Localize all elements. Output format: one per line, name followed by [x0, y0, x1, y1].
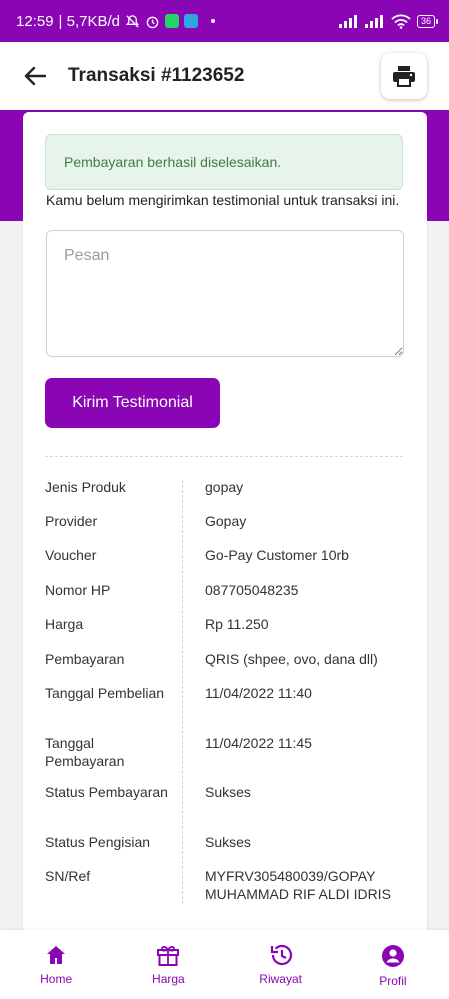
- nav-label: Profil: [379, 974, 407, 988]
- nav-label: Harga: [152, 972, 185, 986]
- detail-value: gopay: [205, 479, 244, 495]
- detail-value: 087705048235: [205, 582, 299, 598]
- detail-value: MYFRV305480039/GOPAY MUHAMMAD RIF ALDI I…: [205, 868, 391, 902]
- detail-label: Tanggal Pembayaran: [45, 735, 125, 769]
- detail-label: Tanggal Pembelian: [45, 685, 165, 701]
- detail-value: Rp 11.250: [205, 616, 269, 632]
- gift-icon: [157, 945, 180, 966]
- send-testimonial-button[interactable]: Kirim Testimonial: [45, 378, 220, 428]
- print-button[interactable]: [381, 53, 427, 99]
- signal-icon-2: [364, 14, 385, 28]
- profile-icon: [381, 945, 404, 967]
- detail-value: Sukses: [205, 834, 251, 850]
- testimonial-notice: Kamu belum mengirimkan testimonial untuk…: [46, 192, 400, 208]
- status-bar: 12:59 | 5,7KB/d 36: [0, 0, 449, 42]
- page-title: Transaksi #1123652: [68, 65, 245, 86]
- nav-home[interactable]: Home: [0, 930, 112, 999]
- telegram-icon: [183, 14, 198, 28]
- nav-profil[interactable]: Profil: [337, 930, 449, 999]
- detail-label: SN/Ref: [45, 868, 91, 884]
- alarm-icon: [145, 14, 160, 29]
- detail-value: QRIS (shpee, ovo, dana dll): [205, 651, 378, 667]
- detail-label: Jenis Produk: [45, 479, 126, 495]
- battery-icon: 36: [416, 14, 439, 28]
- detail-label: Harga: [45, 616, 84, 632]
- transaction-card: Pembayaran berhasil diselesaikan. Kamu b…: [23, 112, 427, 942]
- section-divider: [45, 456, 403, 457]
- detail-value: Gopay: [205, 513, 247, 529]
- detail-label: Provider: [45, 513, 98, 529]
- detail-label: Pembayaran: [45, 651, 125, 667]
- status-time: 12:59: [16, 12, 54, 30]
- detail-value: 11/04/2022 11:45: [205, 735, 312, 751]
- detail-value: Sukses: [205, 784, 251, 800]
- home-icon: [47, 946, 66, 964]
- printer-icon: [393, 66, 415, 87]
- back-button[interactable]: [22, 63, 48, 89]
- whatsapp-icon: [164, 14, 179, 28]
- bottom-nav: Home Harga Riwayat Profil: [0, 930, 449, 999]
- message-input[interactable]: [46, 230, 404, 357]
- bell-off-icon: [125, 14, 140, 29]
- nav-riwayat[interactable]: Riwayat: [225, 930, 337, 999]
- detail-value: 11/04/2022 11:40: [205, 685, 312, 701]
- status-network-speed: | 5,7KB/d: [58, 12, 120, 30]
- history-icon: [270, 944, 292, 966]
- detail-label: Nomor HP: [45, 582, 111, 598]
- more-notifications-icon: [210, 19, 215, 23]
- nav-label: Home: [40, 972, 73, 986]
- detail-label: Status Pembayaran: [45, 784, 168, 800]
- nav-harga[interactable]: Harga: [112, 930, 224, 999]
- nav-label: Riwayat: [259, 972, 302, 986]
- arrow-left-icon: [24, 66, 46, 86]
- detail-label: Voucher: [45, 547, 97, 563]
- success-alert: Pembayaran berhasil diselesaikan.: [45, 134, 403, 190]
- signal-icon: [338, 14, 359, 28]
- wifi-icon: [391, 14, 411, 29]
- detail-value: Go-Pay Customer 10rb: [205, 547, 349, 563]
- detail-label: Status Pengisian: [45, 834, 151, 850]
- details-divider: [182, 480, 183, 904]
- app-bar: Transaksi #1123652: [0, 42, 449, 110]
